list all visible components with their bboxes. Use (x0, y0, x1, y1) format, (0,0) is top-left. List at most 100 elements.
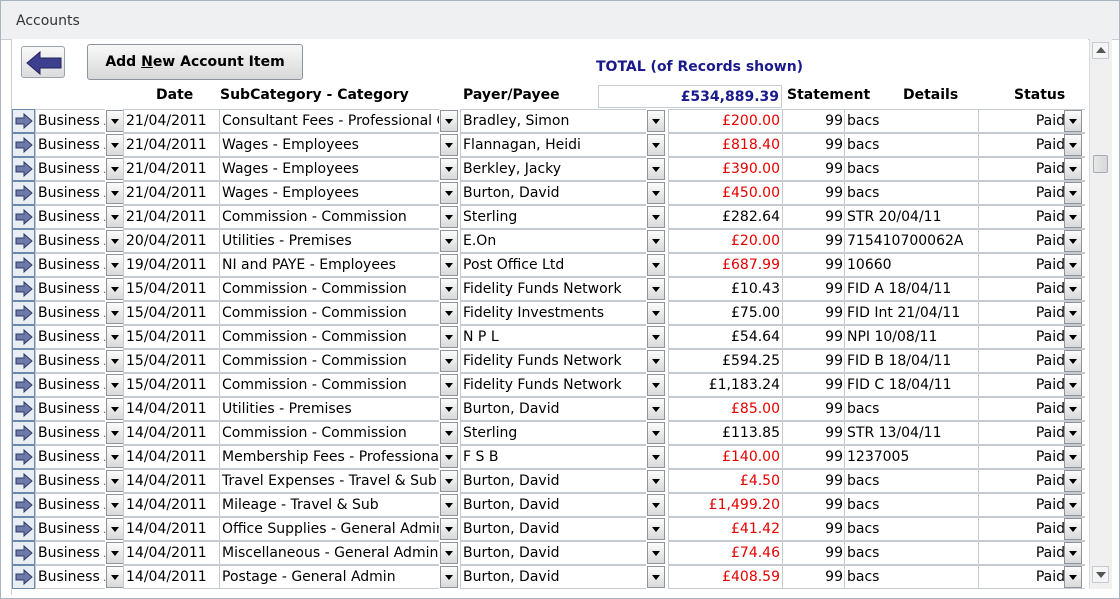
open-record-button[interactable] (12, 229, 35, 253)
status-dropdown-button[interactable] (1064, 446, 1082, 468)
statement-field[interactable]: 99 (782, 253, 844, 277)
type-dropdown-button[interactable] (106, 494, 124, 516)
type-dropdown-button[interactable] (106, 422, 124, 444)
payee-field[interactable]: Burton, David (460, 181, 646, 205)
subcategory-field[interactable]: Wages - Employees (219, 133, 439, 157)
statement-field[interactable]: 99 (782, 541, 844, 565)
payee-field[interactable]: Sterling (460, 205, 646, 229)
subcategory-field[interactable]: Commission - Commission (219, 205, 439, 229)
subcategory-dropdown-button[interactable] (440, 566, 458, 588)
details-field[interactable]: FID A 18/04/11 (844, 277, 978, 301)
payee-field[interactable]: Burton, David (460, 541, 646, 565)
date-field[interactable]: 21/04/2011 (123, 181, 220, 205)
subcategory-dropdown-button[interactable] (440, 110, 458, 132)
date-field[interactable]: 19/04/2011 (123, 253, 220, 277)
subcategory-field[interactable]: Commission - Commission (219, 349, 439, 373)
open-record-button[interactable] (12, 133, 35, 157)
scroll-down-icon[interactable] (1092, 566, 1109, 583)
payee-dropdown-button[interactable] (647, 302, 665, 324)
statement-field[interactable]: 99 (782, 445, 844, 469)
amount-field[interactable]: £54.64 (668, 325, 782, 349)
details-field[interactable]: FID B 18/04/11 (844, 349, 978, 373)
details-field[interactable]: bacs (844, 541, 978, 565)
statement-field[interactable]: 99 (782, 373, 844, 397)
open-record-button[interactable] (12, 493, 35, 517)
subcategory-dropdown-button[interactable] (440, 254, 458, 276)
date-field[interactable]: 14/04/2011 (123, 445, 220, 469)
date-field[interactable]: 14/04/2011 (123, 541, 220, 565)
statement-field[interactable]: 99 (782, 349, 844, 373)
open-record-button[interactable] (12, 349, 35, 373)
status-dropdown-button[interactable] (1064, 566, 1082, 588)
statement-field[interactable]: 99 (782, 517, 844, 541)
subcategory-field[interactable]: Consultant Fees - Professional Charges (219, 109, 439, 133)
subcategory-field[interactable]: Commission - Commission (219, 421, 439, 445)
amount-field[interactable]: £75.00 (668, 301, 782, 325)
type-dropdown-button[interactable] (106, 110, 124, 132)
payee-field[interactable]: Burton, David (460, 469, 646, 493)
date-field[interactable]: 21/04/2011 (123, 205, 220, 229)
payee-field[interactable]: Burton, David (460, 397, 646, 421)
amount-field[interactable]: £140.00 (668, 445, 782, 469)
open-record-button[interactable] (12, 253, 35, 277)
subcategory-dropdown-button[interactable] (440, 470, 458, 492)
date-field[interactable]: 21/04/2011 (123, 133, 220, 157)
type-dropdown-button[interactable] (106, 446, 124, 468)
status-dropdown-button[interactable] (1064, 182, 1082, 204)
subcategory-dropdown-button[interactable] (440, 494, 458, 516)
open-record-button[interactable] (12, 421, 35, 445)
date-field[interactable]: 14/04/2011 (123, 397, 220, 421)
type-field[interactable]: Business Account (35, 109, 105, 133)
date-field[interactable]: 20/04/2011 (123, 229, 220, 253)
subcategory-field[interactable]: Utilities - Premises (219, 397, 439, 421)
subcategory-field[interactable]: Commission - Commission (219, 277, 439, 301)
subcategory-field[interactable]: Membership Fees - Professional (219, 445, 439, 469)
subcategory-dropdown-button[interactable] (440, 446, 458, 468)
type-field[interactable]: Business Account (35, 469, 105, 493)
status-dropdown-button[interactable] (1064, 206, 1082, 228)
statement-field[interactable]: 99 (782, 133, 844, 157)
details-field[interactable]: FID Int 21/04/11 (844, 301, 978, 325)
statement-field[interactable]: 99 (782, 181, 844, 205)
type-field[interactable]: Business Account (35, 301, 105, 325)
type-dropdown-button[interactable] (106, 326, 124, 348)
subcategory-field[interactable]: Commission - Commission (219, 373, 439, 397)
payee-dropdown-button[interactable] (647, 518, 665, 540)
statement-field[interactable]: 99 (782, 277, 844, 301)
payee-field[interactable]: Burton, David (460, 517, 646, 541)
back-button[interactable] (21, 46, 65, 78)
payee-dropdown-button[interactable] (647, 422, 665, 444)
subcategory-dropdown-button[interactable] (440, 518, 458, 540)
payee-field[interactable]: Fidelity Funds Network (460, 277, 646, 301)
payee-dropdown-button[interactable] (647, 254, 665, 276)
payee-field[interactable]: Burton, David (460, 565, 646, 589)
type-dropdown-button[interactable] (106, 206, 124, 228)
amount-field[interactable]: £74.46 (668, 541, 782, 565)
subcategory-field[interactable]: Wages - Employees (219, 181, 439, 205)
payee-field[interactable]: E.On (460, 229, 646, 253)
payee-dropdown-button[interactable] (647, 326, 665, 348)
status-dropdown-button[interactable] (1064, 230, 1082, 252)
subcategory-dropdown-button[interactable] (440, 422, 458, 444)
date-field[interactable]: 15/04/2011 (123, 277, 220, 301)
payee-field[interactable]: Fidelity Funds Network (460, 373, 646, 397)
date-field[interactable]: 15/04/2011 (123, 373, 220, 397)
details-field[interactable]: bacs (844, 157, 978, 181)
type-dropdown-button[interactable] (106, 566, 124, 588)
subcategory-dropdown-button[interactable] (440, 206, 458, 228)
details-field[interactable]: bacs (844, 181, 978, 205)
statement-field[interactable]: 99 (782, 421, 844, 445)
payee-field[interactable]: Bradley, Simon (460, 109, 646, 133)
status-dropdown-button[interactable] (1064, 470, 1082, 492)
type-field[interactable]: Business Account (35, 517, 105, 541)
payee-field[interactable]: Flannagan, Heidi (460, 133, 646, 157)
details-field[interactable]: bacs (844, 469, 978, 493)
open-record-button[interactable] (12, 277, 35, 301)
type-dropdown-button[interactable] (106, 518, 124, 540)
subcategory-field[interactable]: Utilities - Premises (219, 229, 439, 253)
subcategory-dropdown-button[interactable] (440, 158, 458, 180)
payee-dropdown-button[interactable] (647, 374, 665, 396)
amount-field[interactable]: £113.85 (668, 421, 782, 445)
payee-dropdown-button[interactable] (647, 350, 665, 372)
subcategory-field[interactable]: Mileage - Travel & Sub (219, 493, 439, 517)
